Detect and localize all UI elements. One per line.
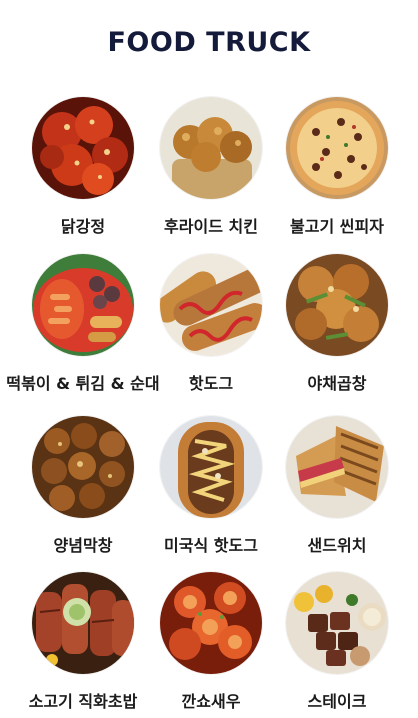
menu-item-label: 떡볶이 & 튀김 & 순대 bbox=[6, 374, 160, 393]
menu-item-vegetable-gopchang[interactable]: 야채곱창 bbox=[269, 254, 405, 404]
menu-item-label: 미국식 핫도그 bbox=[164, 536, 258, 555]
menu-item-sandwich[interactable]: 샌드위치 bbox=[269, 416, 405, 566]
menu-item-label: 양념막창 bbox=[53, 536, 113, 555]
app-header: FOOD TRUCK bbox=[0, 0, 418, 82]
american-hotdog-photo bbox=[160, 416, 262, 518]
menu-item-label: 소고기 직화초밥 bbox=[28, 692, 138, 711]
menu-item-label: 스테이크 bbox=[307, 692, 367, 711]
hotdog-photo bbox=[160, 254, 262, 356]
menu-item-label: 야채곱창 bbox=[307, 374, 367, 393]
menu-item-bulgogi-pizza[interactable]: 불고기 씬피자 bbox=[269, 97, 405, 247]
menu-item-hotdog[interactable]: 핫도그 bbox=[143, 254, 279, 404]
tteokbokki-set-photo bbox=[32, 254, 134, 356]
menu-item-tteokbokki-set[interactable]: 떡볶이 & 튀김 & 순대 bbox=[6, 254, 160, 404]
chili-shrimp-photo bbox=[160, 572, 262, 674]
menu-item-fried-chicken[interactable]: 후라이드 치킨 bbox=[143, 97, 279, 247]
beef-sushi-photo bbox=[32, 572, 134, 674]
steak-photo bbox=[286, 572, 388, 674]
menu-item-label: 불고기 씬피자 bbox=[290, 217, 384, 236]
menu-item-steak[interactable]: 스테이크 bbox=[269, 572, 405, 718]
page-title: FOOD TRUCK bbox=[107, 26, 311, 58]
fried-chicken-photo bbox=[160, 97, 262, 199]
menu-item-label: 깐쇼새우 bbox=[181, 692, 241, 711]
menu-item-label: 샌드위치 bbox=[307, 536, 367, 555]
menu-item-label: 닭강정 bbox=[60, 217, 106, 236]
menu-grid: 닭강정 후라이드 치킨 불고기 씬피자 떡볶이 & 튀김 & 순대 핫도그 야채… bbox=[0, 82, 418, 718]
sandwich-photo bbox=[286, 416, 388, 518]
dakgangjeong-photo bbox=[32, 97, 134, 199]
menu-item-dakgangjeong[interactable]: 닭강정 bbox=[15, 97, 151, 247]
vegetable-gopchang-photo bbox=[286, 254, 388, 356]
bulgogi-pizza-photo bbox=[286, 97, 388, 199]
yangnyeom-makchang-photo bbox=[32, 416, 134, 518]
menu-item-american-hotdog[interactable]: 미국식 핫도그 bbox=[143, 416, 279, 566]
menu-item-yangnyeom-makchang[interactable]: 양념막창 bbox=[15, 416, 151, 566]
menu-item-label: 후라이드 치킨 bbox=[164, 217, 258, 236]
menu-item-chili-shrimp[interactable]: 깐쇼새우 bbox=[143, 572, 279, 718]
menu-item-beef-sushi[interactable]: 소고기 직화초밥 bbox=[15, 572, 151, 718]
menu-item-label: 핫도그 bbox=[188, 374, 234, 393]
